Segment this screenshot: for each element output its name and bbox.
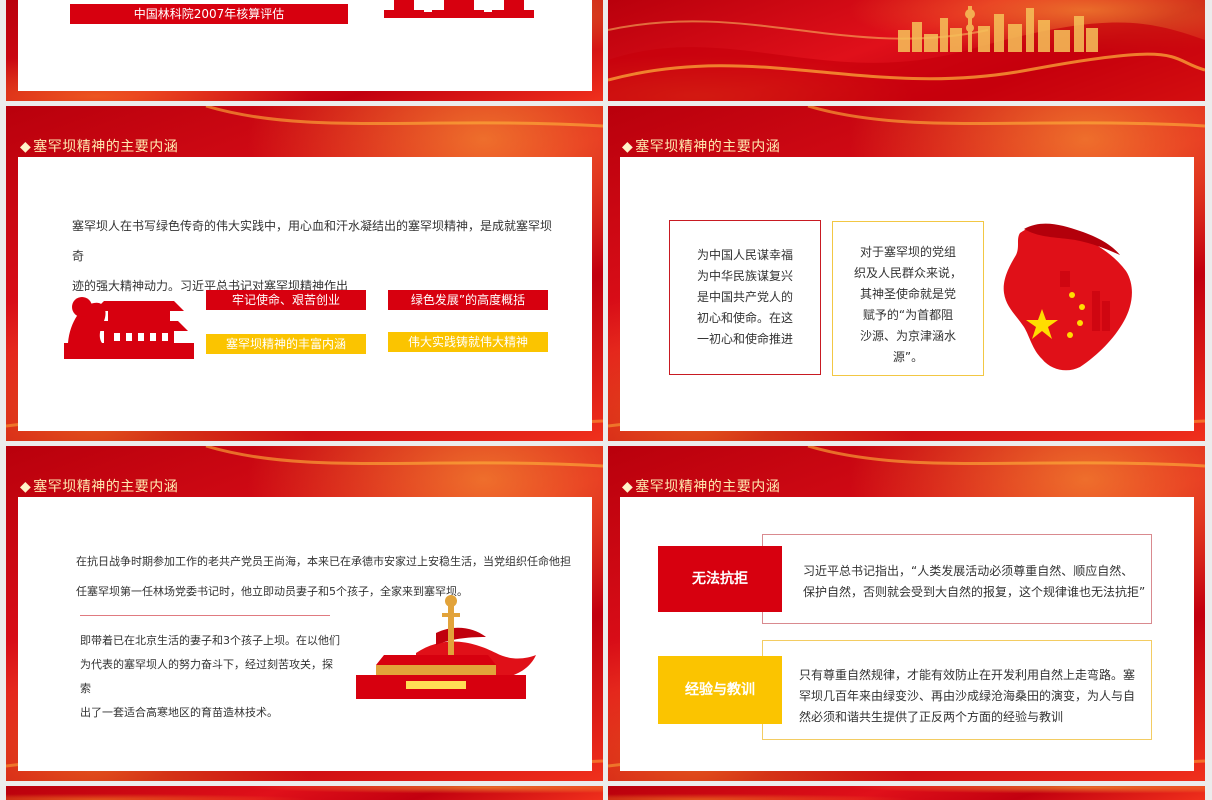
box-line: 对于塞罕坝的党组 (859, 245, 956, 259)
box-line: 沙源、为京津涵水 (859, 329, 956, 343)
diamond-bullet-icon: ◆ (622, 479, 634, 495)
diamond-bullet-icon: ◆ (20, 139, 32, 155)
content-panel: 为中国人民谋幸福 为中华民族谋复兴 是中国共产党人的 初心和使命。在这 一初心和… (620, 157, 1194, 431)
quote-line: 习近平总书记指出，“人类发展活动必须尊重自然、顺应自然、 (803, 564, 1134, 578)
diamond-bullet-icon: ◆ (20, 479, 32, 495)
slide-right-1[interactable]: ◆ 塞罕坝精神的主要内涵 为中国人民谋幸福 为中华民族谋复兴 是中国共产党人的 初… (608, 106, 1205, 441)
tag-yellow-2: 伟大实践铸就伟大精神 (388, 332, 548, 352)
slide-title-text: 塞罕坝精神的主要内涵 (635, 139, 781, 155)
lesson-line: 罕坝几百年来由绿变沙、再由沙成绿沧海桑田的演变，为人与自 (799, 689, 1136, 703)
lesson-frame-yellow: 只有尊重自然规律，才能有效防止在开发利用自然上走弯路。塞 罕坝几百年来由绿变沙、… (762, 640, 1152, 740)
content-panel: 塞罕坝人在书写绿色传奇的伟大实践中，用心血和汗水凝结出的塞罕坝精神，是成就塞罕坝… (18, 157, 592, 431)
box-line: 源”。 (892, 350, 924, 364)
slide-top-left[interactable]: 中国林科院2007年核算评估 (6, 0, 603, 101)
slide-left-1[interactable]: ◆ 塞罕坝精神的主要内涵 塞罕坝人在书写绿色传奇的伟大实践中，用心血和汗水凝结出的… (6, 106, 603, 441)
box-line: 初心和使命。在这 (696, 311, 793, 325)
slide-title-text: 塞罕坝精神的主要内涵 (33, 139, 179, 155)
box-line: 其神圣使命就是党 (859, 287, 956, 301)
slide-right-2[interactable]: ◆ 塞罕坝精神的主要内涵 习近平总书记指出，“人类发展活动必须尊重自然、顺应自然、… (608, 446, 1205, 781)
paragraph-line: 塞罕坝人在书写绿色传奇的伟大实践中，用心血和汗水凝结出的塞罕坝精神，是成就塞罕坝… (72, 219, 553, 263)
content-panel: 中国林科院2007年核算评估 (18, 0, 592, 91)
box-line: 织及人民群众来说， (853, 266, 962, 280)
tiananmen-flag-icon (356, 595, 536, 699)
box-line: 赋予的“为首都阻 (862, 308, 954, 322)
china-map-flag-icon (1003, 223, 1132, 371)
box-line: 是中国共产党人的 (696, 290, 793, 304)
content-panel: 在抗日战争时期参加工作的老共产党员王尚海，本来已在承德市安家过上安稳生活，当党组… (18, 497, 592, 771)
slide-bottom-right-peek[interactable] (608, 786, 1205, 800)
tag-yellow-1: 塞罕坝精神的丰富内涵 (206, 334, 366, 354)
tag-red-2: 绿色发展”的高度概括 (388, 290, 548, 310)
slide-title: ◆ 塞罕坝精神的主要内涵 (622, 136, 780, 156)
box-line: 为中华民族谋复兴 (696, 269, 793, 283)
slide-title: ◆ 塞罕坝精神的主要内涵 (20, 476, 178, 496)
quote-line: 保护自然，否则就会受到大自然的报复，这个规律谁也无法抗拒” (803, 585, 1146, 599)
slide-title-text: 塞罕坝精神的主要内涵 (635, 479, 781, 495)
mission-box-red: 为中国人民谋幸福 为中华民族谋复兴 是中国共产党人的 初心和使命。在这 一初心和… (669, 220, 821, 375)
tiananmen-silhouette-icon (384, 0, 534, 18)
content-panel: 习近平总书记指出，“人类发展活动必须尊重自然、顺应自然、 保护自然，否则就会受到… (620, 497, 1194, 771)
diamond-bullet-icon: ◆ (622, 139, 634, 155)
paragraph-line: 出了一套适合高寒地区的育苗造林技术。 (80, 706, 278, 719)
mission-box-yellow: 对于塞罕坝的党组 织及人民群众来说， 其神圣使命就是党 赋予的“为首都阻 沙源、… (832, 221, 984, 376)
label-experience-lessons: 经验与教训 (658, 656, 782, 724)
slide-left-2[interactable]: ◆ 塞罕坝精神的主要内涵 在抗日战争时期参加工作的老共产党员王尚海，本来已在承德市… (6, 446, 603, 781)
lesson-line: 只有尊重自然规律，才能有效防止在开发利用自然上走弯路。塞 (799, 668, 1136, 682)
slide-top-right-cityscape[interactable] (608, 0, 1205, 101)
slide-title: ◆ 塞罕坝精神的主要内涵 (622, 476, 780, 496)
quote-frame-red: 习近平总书记指出，“人类发展活动必须尊重自然、顺应自然、 保护自然，否则就会受到… (762, 534, 1152, 624)
caption-bar: 中国林科院2007年核算评估 (70, 4, 348, 24)
box-line: 为中国人民谋幸福 (696, 248, 793, 262)
box-line: 一初心和使命推进 (696, 332, 793, 346)
paragraph-line: 在抗日战争时期参加工作的老共产党员王尚海，本来已在承德市安家过上安稳生活，当党组… (76, 555, 571, 568)
slide-title-text: 塞罕坝精神的主要内涵 (33, 479, 179, 495)
paragraph-line: 即带着已在北京生活的妻子和3个孩子上坝。在以他们 (80, 634, 340, 647)
city-skyline-icon (898, 6, 1098, 52)
lesson-line: 然必须和谐共生提供了正反两个方面的经验与教训 (799, 710, 1064, 724)
story-paragraph-2: 即带着已在北京生活的妻子和3个孩子上坝。在以他们 为代表的塞罕坝人的努力奋斗下，… (80, 629, 340, 725)
divider-line (80, 615, 330, 616)
slide-bottom-left-peek[interactable] (6, 786, 603, 800)
paragraph-line: 为代表的塞罕坝人的努力奋斗下，经过刻苦攻关，探索 (80, 658, 333, 695)
tiananmen-lion-icon (64, 297, 194, 359)
tag-red-1: 牢记使命、艰苦创业 (206, 290, 366, 310)
slide-title: ◆ 塞罕坝精神的主要内涵 (20, 136, 178, 156)
label-cannot-resist: 无法抗拒 (658, 546, 782, 612)
